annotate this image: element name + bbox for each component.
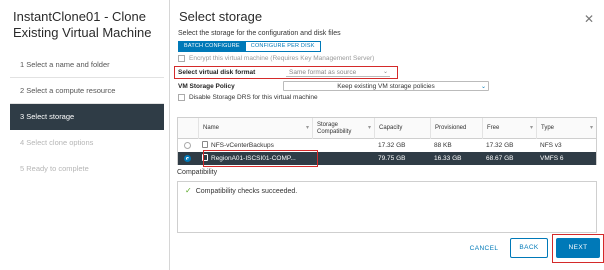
column-header-type[interactable]: Type ▾: [536, 118, 596, 139]
step-ready-to-complete: 5 Ready to complete: [20, 164, 89, 173]
disable-drs-label: Disable Storage DRS for this virtual mac…: [189, 94, 318, 101]
page-subtitle: Select the storage for the configuration…: [178, 30, 341, 37]
disk-format-value: Same format as source: [289, 69, 357, 76]
encrypt-vm-checkbox[interactable]: [178, 55, 185, 62]
page-title: Select storage: [179, 9, 263, 24]
cancel-button[interactable]: CANCEL: [465, 243, 503, 255]
compatibility-message: Compatibility checks succeeded.: [195, 188, 298, 195]
row-radio[interactable]: [184, 155, 191, 162]
step-select-name-folder[interactable]: 1 Select a name and folder: [10, 52, 164, 78]
highlight-outline: [203, 150, 318, 167]
chevron-down-icon: ⌄: [480, 84, 486, 90]
disk-format-label: Select virtual disk format: [178, 69, 256, 76]
table-header: Name ▾ Storage Compatibility ▾ Capacity …: [178, 118, 596, 139]
wizard-steps: 1 Select a name and folder 2 Select a co…: [10, 52, 164, 182]
datastore-icon: [202, 141, 208, 148]
compatibility-panel: ✓ Compatibility checks succeeded.: [177, 181, 597, 233]
storage-policy-value: Keep existing VM storage policies: [337, 83, 435, 90]
filter-icon[interactable]: ▾: [590, 125, 593, 132]
column-header-name[interactable]: Name ▾: [198, 118, 312, 139]
config-mode-toggle: BATCH CONFIGURE CONFIGURE PER DISK: [178, 41, 321, 52]
disk-format-row: Select virtual disk format Same format a…: [174, 66, 398, 79]
datastore-table: Name ▾ Storage Compatibility ▾ Capacity …: [177, 117, 597, 167]
main-panel: Select storage ✕ Select the storage for …: [171, 0, 604, 270]
column-header-provisioned[interactable]: Provisioned: [430, 118, 482, 139]
storage-policy-row: VM Storage Policy Keep existing VM stora…: [178, 81, 489, 91]
configure-per-disk-button[interactable]: CONFIGURE PER DISK: [245, 41, 321, 52]
storage-policy-label: VM Storage Policy: [178, 82, 235, 90]
step-select-storage[interactable]: 3 Select storage: [10, 104, 164, 130]
filter-icon[interactable]: ▾: [306, 125, 309, 132]
filter-icon[interactable]: ▾: [530, 125, 533, 132]
wizard-sidebar: InstantClone01 - Clone Existing Virtual …: [0, 0, 170, 270]
check-icon: ✓: [185, 186, 192, 195]
close-icon[interactable]: ✕: [584, 12, 594, 26]
encrypt-vm-label: Encrypt this virtual machine (Requires K…: [189, 55, 375, 62]
step-select-clone-options: 4 Select clone options: [20, 138, 94, 147]
encrypt-vm-row: Encrypt this virtual machine (Requires K…: [178, 55, 374, 62]
step-select-compute-resource[interactable]: 2 Select a compute resource: [10, 78, 164, 104]
wizard-title: InstantClone01 - Clone Existing Virtual …: [13, 9, 152, 40]
compatibility-label: Compatibility: [177, 169, 218, 176]
chevron-down-icon: ⌄: [382, 69, 388, 75]
disk-format-select[interactable]: Same format as source ⌄: [286, 68, 390, 77]
filter-icon[interactable]: ▾: [368, 125, 371, 132]
batch-configure-button[interactable]: BATCH CONFIGURE: [178, 41, 246, 52]
back-button[interactable]: BACK: [510, 238, 548, 258]
column-header-capacity[interactable]: Capacity: [374, 118, 430, 139]
storage-policy-select[interactable]: Keep existing VM storage policies ⌄: [283, 81, 489, 91]
table-row[interactable]: RegionA01-ISCSI01-COMP... 79.75 GB 16.33…: [178, 150, 596, 167]
next-button[interactable]: NEXT: [556, 238, 600, 258]
column-header-free[interactable]: Free ▾: [482, 118, 536, 139]
disable-drs-checkbox[interactable]: [178, 94, 185, 101]
column-header-compatibility[interactable]: Storage Compatibility ▾: [312, 118, 374, 139]
disable-drs-row: Disable Storage DRS for this virtual mac…: [178, 94, 318, 101]
row-radio[interactable]: [184, 142, 191, 149]
